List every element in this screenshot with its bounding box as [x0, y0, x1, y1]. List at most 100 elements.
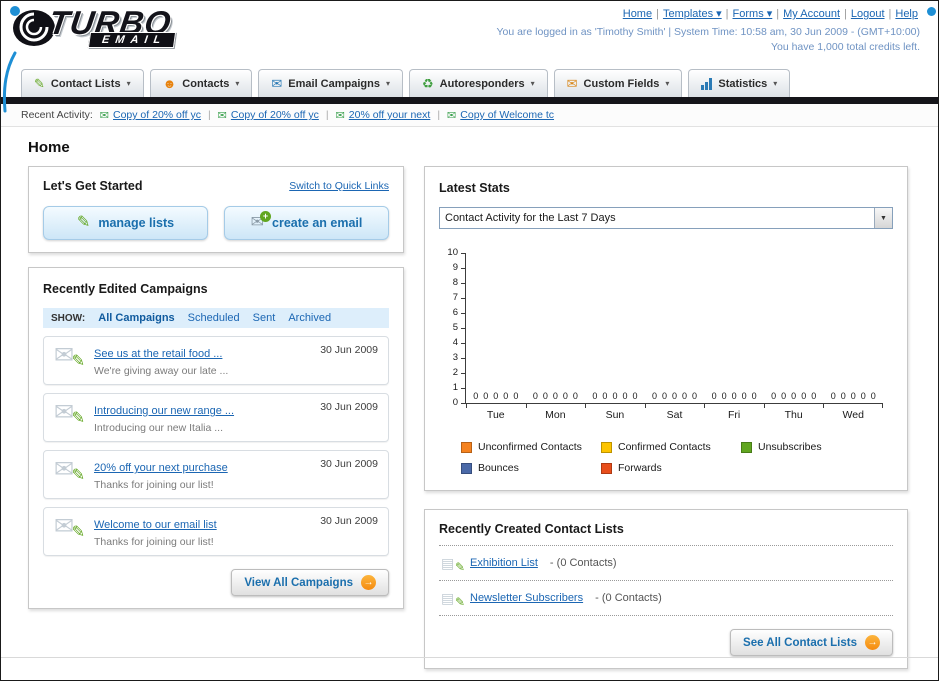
- campaign-date: 30 Jun 2009: [320, 458, 378, 470]
- tab-label: Contact Lists: [50, 77, 121, 90]
- nav-link-logout[interactable]: Logout: [851, 8, 885, 20]
- campaign-title-link[interactable]: Welcome to our email list: [94, 519, 217, 531]
- custom-field-icon: ✉: [566, 76, 578, 91]
- filter-all-campaigns[interactable]: All Campaigns: [98, 312, 174, 324]
- data-label: 0: [602, 391, 608, 401]
- main-content: Let's Get Started Switch to Quick Links …: [1, 166, 938, 669]
- data-label: 0: [801, 391, 807, 401]
- data-label: 0: [791, 391, 797, 401]
- tab-contacts[interactable]: ☻ Contacts ▾: [149, 69, 253, 97]
- data-label: 0: [503, 391, 509, 401]
- contacts-icon: ☻: [162, 76, 177, 91]
- recently-created-contact-lists-panel: Recently Created Contact Lists ▤ ✎ Exhibit…: [424, 509, 908, 669]
- nav-link-templates[interactable]: Templates ▾: [663, 8, 722, 20]
- campaign-filters: All Campaigns Scheduled Sent Archived: [98, 312, 331, 324]
- data-label: 0: [731, 391, 737, 401]
- data-label: 0: [632, 391, 638, 401]
- tab-email-campaigns[interactable]: ✉ Email Campaigns ▾: [258, 69, 403, 97]
- create-email-button[interactable]: ✉ + create an email: [224, 206, 389, 240]
- credits-info: You have 1,000 total credits left.: [770, 41, 920, 53]
- recent-activity-link[interactable]: Copy of Welcome tc: [460, 109, 554, 121]
- data-label: 0: [850, 391, 856, 401]
- contact-list-count: - (0 Contacts): [546, 557, 617, 569]
- right-column: Latest Stats Contact Activity for the La…: [424, 166, 908, 669]
- campaign-title-link[interactable]: 20% off your next purchase: [94, 462, 228, 474]
- manage-lists-label: manage lists: [98, 216, 175, 230]
- legend-swatch: [601, 441, 612, 453]
- x-tick-label: Tue: [486, 409, 505, 421]
- data-label: 0: [662, 391, 668, 401]
- data-label-group: 00000: [823, 391, 883, 401]
- data-label: 0: [483, 391, 489, 401]
- manage-lists-button[interactable]: ✎ manage lists: [43, 206, 208, 240]
- filter-scheduled[interactable]: Scheduled: [188, 312, 240, 324]
- stats-activity-select[interactable]: Contact Activity for the Last 7 Days ▼: [439, 207, 893, 229]
- see-all-contact-lists-label: See All Contact Lists: [743, 636, 857, 649]
- contact-list-link[interactable]: Exhibition List: [470, 557, 538, 569]
- view-all-campaigns-label: View All Campaigns: [244, 576, 353, 589]
- nav-link-my-account[interactable]: My Account: [783, 8, 840, 20]
- top-nav: Home | Templates ▾ | Forms ▾ | My Account | Logo…: [622, 8, 918, 20]
- tab-contact-lists[interactable]: ✎ Contact Lists ▾: [21, 69, 144, 97]
- recent-activity-link[interactable]: Copy of 20% off yc: [231, 109, 319, 121]
- view-all-campaigns-button[interactable]: View All Campaigns →: [231, 569, 389, 596]
- tab-label: Autoresponders: [439, 77, 525, 90]
- campaign-row: ✉ ✎ Welcome to our email list Thanks for jo…: [43, 507, 389, 556]
- data-label: 0: [473, 391, 479, 401]
- x-tick-label: Fri: [727, 409, 741, 421]
- nav-divider-bar: [1, 97, 938, 104]
- legend-swatch: [741, 441, 752, 453]
- campaigns-panel-title: Recently Edited Campaigns: [43, 282, 208, 296]
- contact-list-link[interactable]: Newsletter Subscribers: [470, 592, 583, 604]
- chevron-down-icon: ▼: [874, 208, 892, 228]
- stats-activity-select-value: Contact Activity for the Last 7 Days: [445, 212, 616, 224]
- y-tick-label: 0: [452, 397, 458, 408]
- filter-archived[interactable]: Archived: [288, 312, 331, 324]
- list-pencil-icon: ✎: [34, 76, 45, 91]
- envelope-pencil-icon: ✉ ✎: [54, 399, 85, 428]
- y-tick-label: 5: [452, 322, 458, 333]
- recent-activity-link[interactable]: Copy of 20% off yc: [113, 109, 201, 121]
- chevron-down-icon: ▾: [773, 79, 778, 88]
- data-label: 0: [651, 391, 657, 401]
- create-email-label: create an email: [272, 216, 363, 230]
- arrow-right-icon: →: [361, 575, 376, 590]
- legend-item-unsubscribes: Unsubscribes: [741, 441, 881, 453]
- left-column: Let's Get Started Switch to Quick Links …: [28, 166, 404, 609]
- tab-custom-fields[interactable]: ✉ Custom Fields ▾: [553, 69, 683, 97]
- data-label: 0: [741, 391, 747, 401]
- envelope-icon: ✉: [271, 76, 283, 91]
- nav-link-forms[interactable]: Forms ▾: [733, 8, 773, 20]
- tab-autoresponders[interactable]: ♻ Autoresponders ▾: [409, 69, 548, 97]
- x-tick-label: Sun: [605, 409, 625, 421]
- data-label: 0: [542, 391, 548, 401]
- contact-list-row: ▤ ✎ Exhibition List - (0 Contacts): [439, 546, 893, 581]
- data-label: 0: [493, 391, 499, 401]
- data-label-group: 00000: [704, 391, 764, 401]
- contact-list-items: ▤ ✎ Exhibition List - (0 Contacts) ▤ ✎ Newsle…: [439, 546, 893, 616]
- app-logo: TURBO EMAIL: [9, 4, 177, 50]
- tab-statistics[interactable]: Statistics ▾: [688, 69, 791, 97]
- data-label: 0: [711, 391, 717, 401]
- campaign-title-link[interactable]: Introducing our new range ...: [94, 405, 234, 417]
- recent-activity-item: ✉ Copy of 20% off yc: [100, 109, 201, 122]
- legend-item-forwards: Forwards: [601, 462, 741, 474]
- logo-text: TURBO EMAIL: [46, 4, 177, 50]
- recent-activity-link[interactable]: 20% off your next: [349, 109, 431, 121]
- see-all-contact-lists-button[interactable]: See All Contact Lists →: [730, 629, 893, 656]
- campaign-title-link[interactable]: See us at the retail food ...: [94, 348, 222, 360]
- chart-x-axis: Tue Mon Sun Sat Fri Thu Wed: [466, 409, 883, 421]
- nav-link-help[interactable]: Help: [895, 8, 918, 20]
- tab-label: Statistics: [718, 77, 768, 90]
- header-right: Home | Templates ▾ | Forms ▾ | My Account | Logo…: [496, 7, 920, 53]
- campaign-date: 30 Jun 2009: [320, 401, 378, 413]
- data-label: 0: [672, 391, 678, 401]
- filter-sent[interactable]: Sent: [253, 312, 276, 324]
- list-pencil-icon: ▤ ✎: [441, 590, 465, 609]
- data-label: 0: [562, 391, 568, 401]
- recent-activity-bar: Recent Activity: ✉ Copy of 20% off yc | ✉ Co…: [1, 104, 938, 127]
- data-label: 0: [692, 391, 698, 401]
- switch-to-quick-links-link[interactable]: Switch to Quick Links: [289, 180, 389, 192]
- recent-activity-item: ✉ Copy of Welcome tc: [447, 109, 554, 122]
- nav-link-home[interactable]: Home: [623, 8, 652, 20]
